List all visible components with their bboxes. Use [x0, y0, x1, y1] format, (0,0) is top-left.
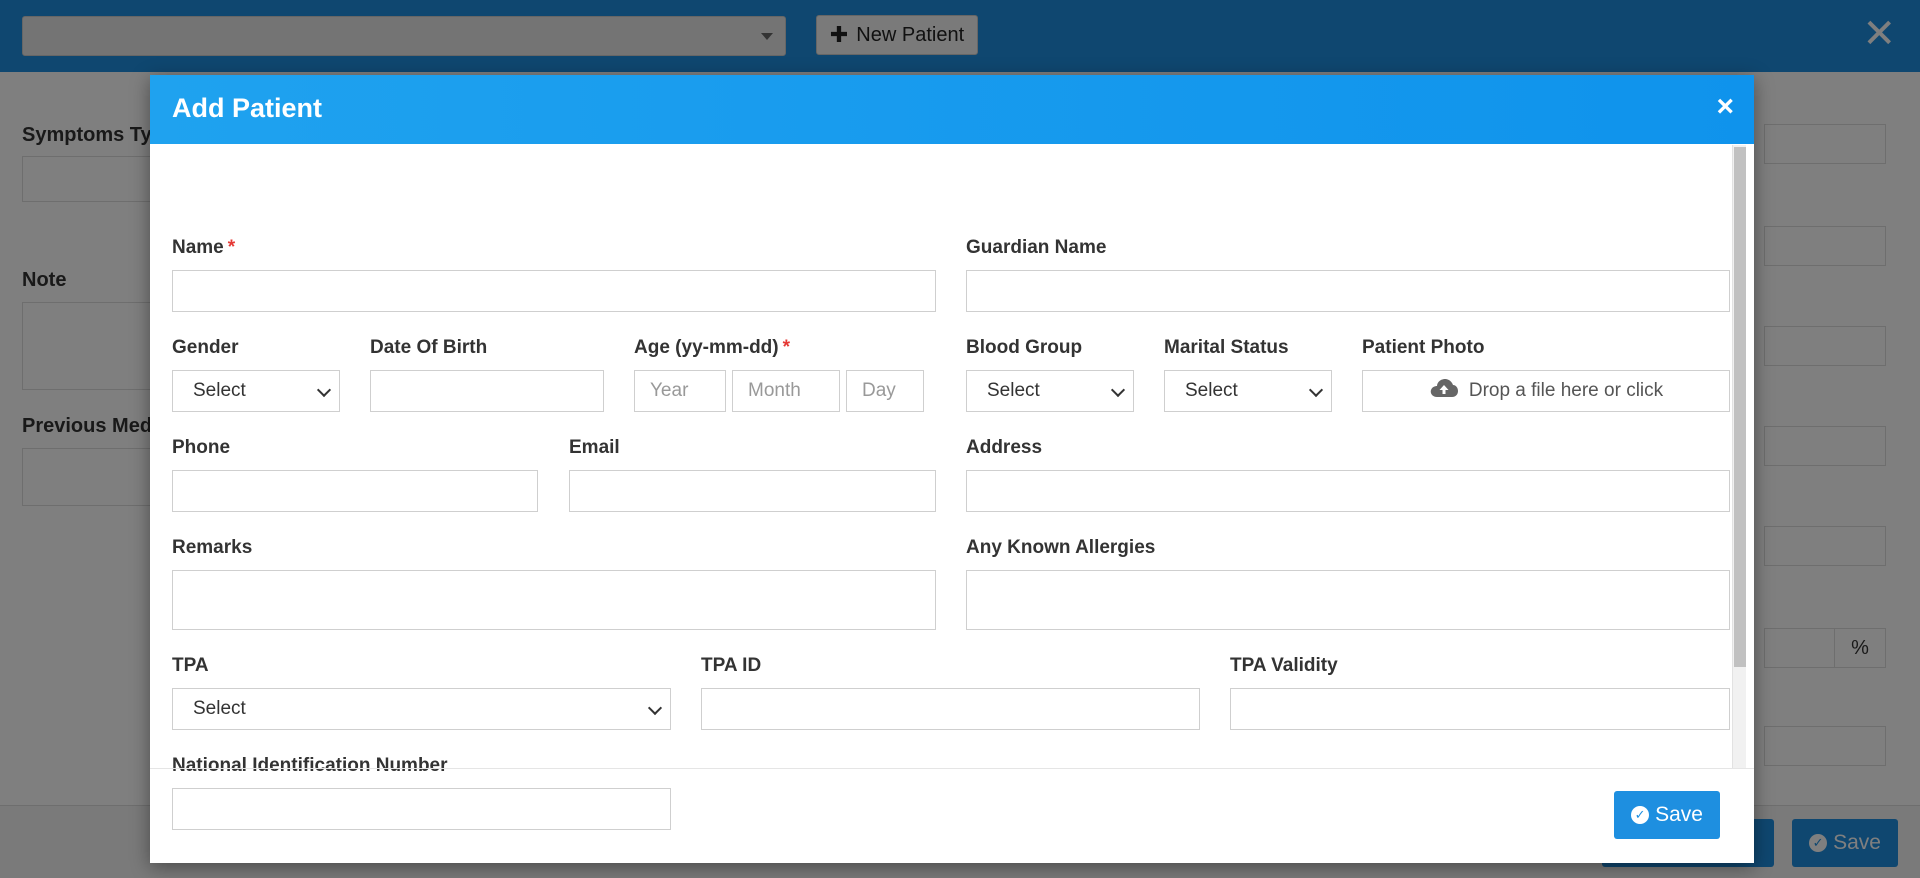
add-patient-modal: Add Patient × Name * Guardian Name Gender… [150, 75, 1754, 863]
tpa-validity-field[interactable] [1230, 688, 1730, 730]
chevron-down-icon [647, 700, 663, 716]
remarks-label: Remarks [172, 537, 253, 558]
marital-status-label: Marital Status [1164, 337, 1289, 358]
age-label: Age (yy-mm-dd) * [634, 337, 791, 358]
tpa-id-label: TPA ID [701, 655, 762, 676]
close-icon[interactable]: × [1716, 92, 1734, 122]
save-button[interactable]: ✓ Save [1614, 791, 1720, 839]
tpa-label: TPA [172, 655, 209, 676]
tpa-id-field[interactable] [701, 688, 1200, 730]
gender-select[interactable]: Select [172, 370, 340, 412]
gender-label: Gender [172, 337, 239, 358]
patient-photo-label: Patient Photo [1362, 337, 1485, 358]
date-of-birth-field[interactable] [370, 370, 604, 412]
address-label: Address [966, 437, 1043, 458]
patient-photo-dropzone[interactable]: Drop a file here or click [1362, 370, 1730, 412]
blood-group-select[interactable]: Select [966, 370, 1134, 412]
phone-label: Phone [172, 437, 231, 458]
guardian-name-field[interactable] [966, 270, 1730, 312]
date-of-birth-label: Date Of Birth [370, 337, 488, 358]
check-circle-icon: ✓ [1631, 806, 1650, 824]
email-label: Email [569, 437, 620, 458]
allergies-label: Any Known Allergies [966, 537, 1156, 558]
modal-scrollbar[interactable] [1732, 145, 1746, 769]
allergies-field[interactable] [966, 570, 1730, 630]
age-month-input[interactable]: Month [732, 370, 840, 412]
modal-title: Add Patient [172, 93, 323, 123]
age-year-input[interactable]: Year [634, 370, 726, 412]
name-label: Name * [172, 237, 236, 258]
address-field[interactable] [966, 470, 1730, 512]
remarks-field[interactable] [172, 570, 936, 630]
age-day-input[interactable]: Day [846, 370, 924, 412]
chevron-down-icon [1110, 382, 1126, 398]
scrollbar-thumb[interactable] [1734, 147, 1746, 667]
email-field[interactable] [569, 470, 936, 512]
tpa-validity-label: TPA Validity [1230, 655, 1338, 676]
phone-field[interactable] [172, 470, 538, 512]
guardian-name-label: Guardian Name [966, 237, 1107, 258]
marital-status-select[interactable]: Select [1164, 370, 1332, 412]
patient-photo-drop-label: Drop a file here or click [1468, 380, 1664, 401]
blood-group-label: Blood Group [966, 337, 1083, 358]
modal-footer: ✓ Save [150, 768, 1754, 863]
chevron-down-icon [316, 382, 332, 398]
modal-header: Add Patient × [150, 75, 1754, 144]
tpa-select[interactable]: Select [172, 688, 671, 730]
name-field[interactable] [172, 270, 936, 312]
cloud-upload-icon [1429, 377, 1459, 405]
chevron-down-icon [1308, 382, 1324, 398]
save-label: Save [1655, 803, 1703, 826]
modal-body: Name * Guardian Name Gender Select Date O… [150, 144, 1754, 830]
